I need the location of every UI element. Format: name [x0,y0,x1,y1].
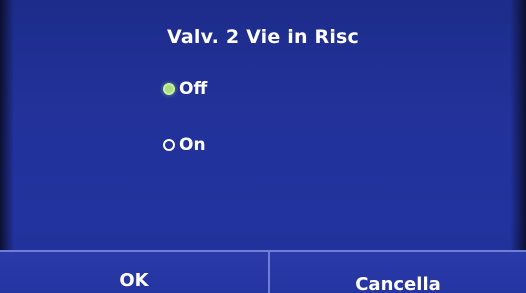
radio-selected-icon[interactable] [163,83,175,95]
radio-unselected-icon[interactable] [163,139,175,151]
device-screen: Valv. 2 Vie in Risc Off On OK Cancella [0,0,526,293]
dialog-title: Valv. 2 Vie in Risc [166,26,360,48]
cancel-button[interactable]: Cancella [270,250,526,293]
option-off[interactable]: Off [163,77,207,101]
ok-button[interactable]: OK [0,250,270,293]
button-bar: OK Cancella [0,250,526,293]
option-on-label: On [179,135,206,155]
option-on[interactable]: On [163,133,206,157]
option-off-label: Off [179,79,208,99]
